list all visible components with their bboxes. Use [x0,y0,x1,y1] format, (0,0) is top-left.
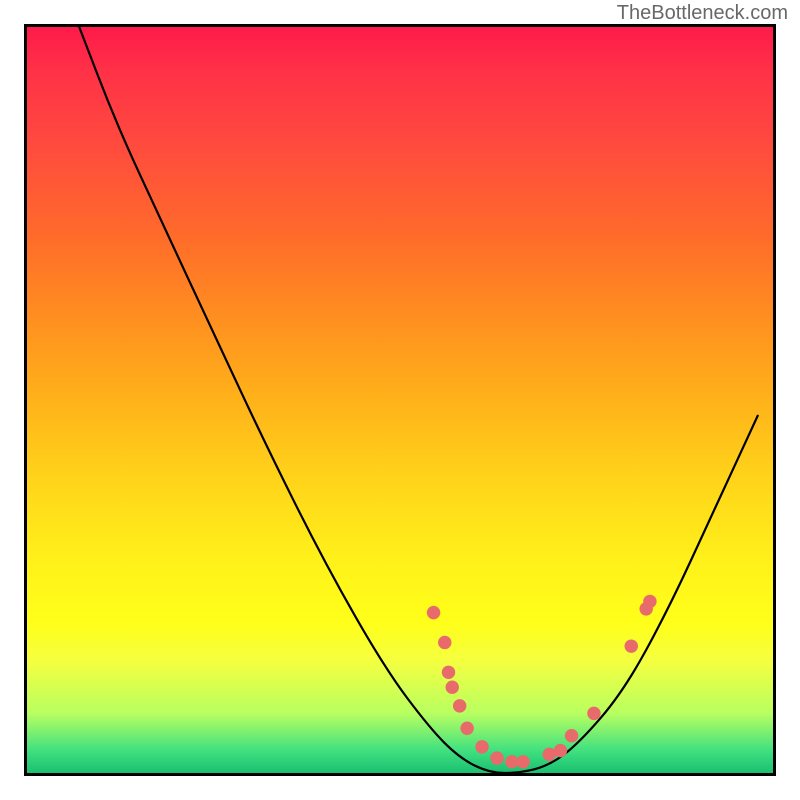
marker-dot [446,680,459,693]
marker-dot [490,751,503,764]
chart-svg [27,27,773,773]
marker-dot [625,639,638,652]
marker-dot [475,740,488,753]
marker-dot [587,707,600,720]
marker-dot [438,636,451,649]
marker-dot [442,666,455,679]
bottleneck-curve [79,27,758,773]
marker-dot [460,722,473,735]
plot-area [24,24,776,776]
marker-dot [516,755,529,768]
marker-dot [554,744,567,757]
marker-dot [453,699,466,712]
watermark-text: TheBottleneck.com [617,2,788,25]
marker-dot [565,729,578,742]
marker-dots [427,595,657,769]
marker-dot [427,606,440,619]
marker-dot [643,595,656,608]
